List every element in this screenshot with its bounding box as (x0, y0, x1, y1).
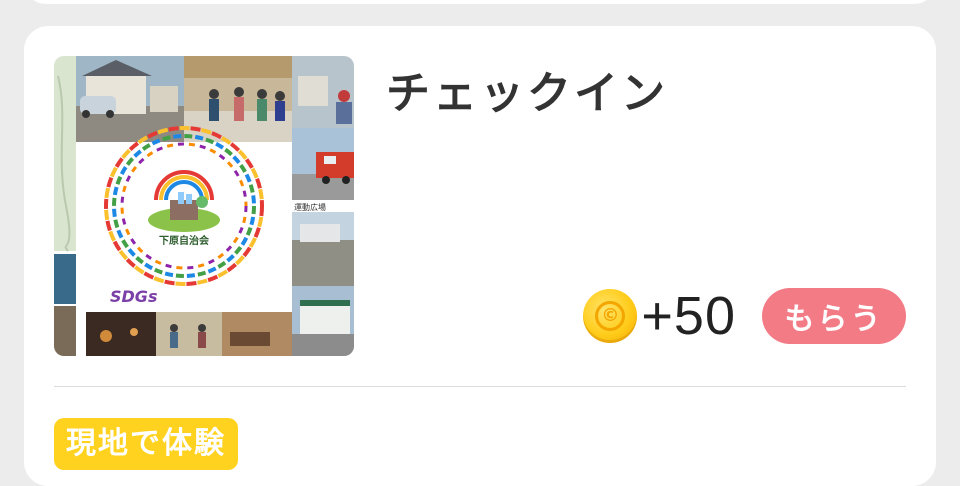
reward-points: +50 (641, 286, 736, 346)
thumbnail-center-text: 下原自治会 (159, 234, 209, 247)
divider (54, 386, 906, 387)
category-tag: 現地で体験 (54, 418, 238, 470)
thumbnail-small-label: 運動広場 (294, 202, 326, 212)
coin-symbol: © (595, 301, 626, 331)
reward-row: © +50 もらう (583, 288, 906, 344)
coin-icon: © (583, 289, 638, 343)
mission-title: チェックイン (386, 68, 668, 119)
mission-card[interactable]: 運動広場 下原自治会 SDGs チェックイン © +50 もらう 現地で体験 (24, 26, 936, 486)
mission-thumbnail: 運動広場 下原自治会 SDGs (54, 56, 354, 356)
thumbnail-logo-text: SDGs (110, 287, 157, 306)
previous-card-edge (24, 0, 936, 4)
claim-button[interactable]: もらう (762, 288, 906, 344)
